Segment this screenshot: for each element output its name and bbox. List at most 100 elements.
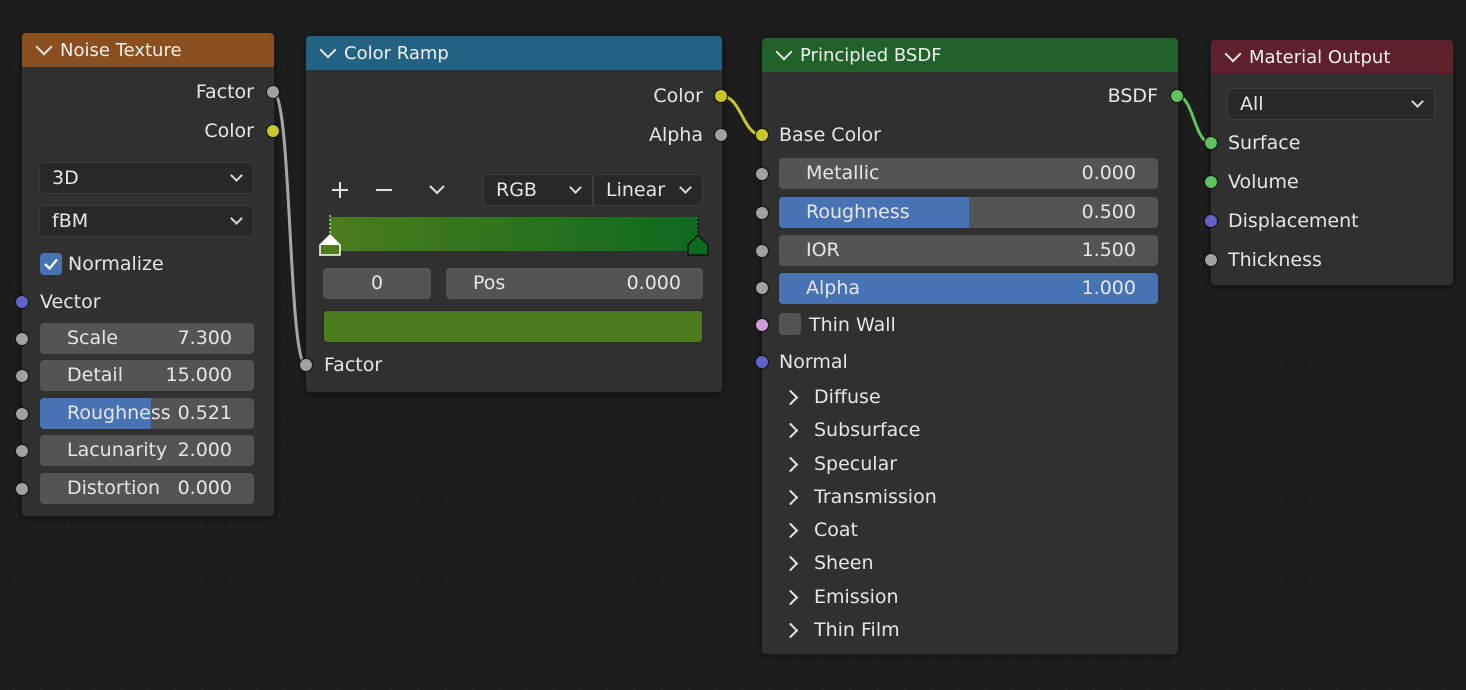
chevron-right-icon	[782, 522, 799, 539]
metallic-field[interactable]: Metallic 0.000	[779, 158, 1158, 189]
normalize-label: Normalize	[68, 253, 164, 275]
pos-field[interactable]: Pos 0.000	[446, 268, 703, 299]
plus-icon[interactable]	[330, 180, 350, 200]
output-label-color: Color	[204, 120, 254, 142]
socket-input-metallic[interactable]	[755, 167, 769, 181]
thin-wall-checkbox[interactable]	[779, 313, 801, 335]
panel-label: Diffuse	[814, 386, 881, 408]
color-ramp-gradient[interactable]	[330, 217, 698, 251]
normal-label: Normal	[779, 351, 848, 373]
socket-output-ramp-color[interactable]	[714, 89, 728, 103]
ramp-output-color-label: Color	[653, 85, 703, 107]
lacunarity-field[interactable]: Lacunarity 2.000	[40, 435, 254, 466]
base-color-label: Base Color	[779, 124, 881, 146]
alpha-field[interactable]: Alpha 1.000	[779, 273, 1158, 304]
noise-type-value: fBM	[52, 210, 89, 232]
color-ramp-header[interactable]: Color Ramp	[306, 36, 722, 70]
socket-input-surface[interactable]	[1204, 136, 1218, 150]
socket-input-alpha[interactable]	[755, 281, 769, 295]
chevron-down-icon[interactable]	[1224, 45, 1242, 63]
socket-input-displacement[interactable]	[1204, 214, 1218, 228]
socket-input-vector[interactable]	[15, 295, 29, 309]
ramp-output-alpha-label: Alpha	[648, 124, 703, 146]
socket-input-ior[interactable]	[755, 244, 769, 258]
socket-input-thickness[interactable]	[1204, 253, 1218, 267]
socket-input-scale[interactable]	[15, 332, 29, 346]
socket-input-distortion[interactable]	[15, 482, 29, 496]
field-name: Roughness	[67, 402, 171, 424]
socket-output-bsdf[interactable]	[1170, 89, 1184, 103]
field-value: 0.521	[177, 402, 232, 424]
panel-thin-film[interactable]: Thin Film	[782, 619, 1163, 641]
chevron-down-icon[interactable]	[428, 182, 446, 198]
interpolation-dropdown[interactable]: Linear	[593, 174, 703, 206]
stop-index-value: 0	[370, 272, 384, 294]
color-mode-dropdown[interactable]: RGB	[483, 174, 593, 206]
target-value: All	[1240, 93, 1264, 115]
chevron-down-icon[interactable]	[319, 41, 337, 59]
volume-label: Volume	[1228, 171, 1299, 193]
scale-field[interactable]: Scale 7.300	[40, 323, 254, 354]
field-name: IOR	[806, 239, 840, 261]
socket-output-color[interactable]	[266, 124, 280, 138]
color-stop-left[interactable]	[319, 215, 341, 256]
chevron-right-icon	[782, 589, 799, 606]
field-name: Distortion	[67, 477, 161, 499]
surface-label: Surface	[1228, 132, 1301, 154]
field-name: Alpha	[806, 277, 861, 299]
field-name: Metallic	[806, 162, 880, 184]
panel-emission[interactable]: Emission	[782, 586, 1163, 608]
stop-color-swatch[interactable]	[323, 310, 703, 343]
distortion-field[interactable]: Distortion 0.000	[40, 473, 254, 504]
socket-input-normal[interactable]	[755, 355, 769, 369]
principled-bsdf-header[interactable]: Principled BSDF	[762, 38, 1178, 72]
interpolation-value: Linear	[606, 179, 666, 201]
output-label-factor: Factor	[195, 81, 254, 103]
thin-wall-label: Thin Wall	[809, 314, 896, 336]
panel-coat[interactable]: Coat	[782, 519, 1163, 541]
field-value: 0.000	[1081, 162, 1136, 184]
color-stop-right[interactable]	[687, 215, 709, 256]
panel-sheen[interactable]: Sheen	[782, 552, 1163, 574]
panel-diffuse[interactable]: Diffuse	[782, 386, 1163, 408]
socket-input-roughness[interactable]	[15, 407, 29, 421]
chevron-down-icon[interactable]	[775, 43, 793, 61]
socket-input-lacunarity[interactable]	[15, 444, 29, 458]
field-value: 0.000	[626, 272, 681, 294]
ior-field[interactable]: IOR 1.500	[779, 235, 1158, 266]
chevron-right-icon	[782, 456, 799, 473]
panel-specular[interactable]: Specular	[782, 453, 1163, 475]
chevron-down-icon	[230, 212, 243, 225]
noise-type-dropdown[interactable]: fBM	[39, 205, 254, 237]
stop-index-field[interactable]: 0	[323, 268, 431, 299]
chevron-right-icon	[782, 622, 799, 639]
displacement-label: Displacement	[1228, 210, 1359, 232]
ramp-factor-label: Factor	[324, 354, 383, 376]
panel-subsurface[interactable]: Subsurface	[782, 419, 1163, 441]
socket-input-roughness[interactable]	[755, 206, 769, 220]
noise-roughness-field[interactable]: Roughness 0.521	[40, 398, 254, 429]
field-name: Pos	[473, 272, 506, 294]
detail-field[interactable]: Detail 15.000	[40, 360, 254, 391]
noise-texture-header[interactable]: Noise Texture	[22, 33, 274, 67]
socket-output-factor[interactable]	[266, 85, 280, 99]
material-output-header[interactable]: Material Output	[1211, 40, 1453, 74]
chevron-down-icon[interactable]	[35, 38, 53, 56]
socket-input-detail[interactable]	[15, 369, 29, 383]
field-name: Scale	[67, 327, 119, 349]
socket-input-base-color[interactable]	[755, 128, 769, 142]
field-value: 1.500	[1081, 239, 1136, 261]
socket-output-ramp-alpha[interactable]	[714, 128, 728, 142]
normalize-checkbox[interactable]	[40, 253, 62, 275]
target-dropdown[interactable]: All	[1227, 88, 1435, 120]
panel-label: Specular	[814, 453, 898, 475]
socket-input-thin-wall[interactable]	[755, 318, 769, 332]
socket-input-volume[interactable]	[1204, 175, 1218, 189]
chevron-right-icon	[782, 489, 799, 506]
socket-input-ramp-factor[interactable]	[299, 358, 313, 372]
dimension-dropdown[interactable]: 3D	[39, 162, 254, 194]
bsdf-roughness-field[interactable]: Roughness 0.500	[779, 197, 1158, 228]
minus-icon[interactable]	[374, 180, 394, 200]
panel-transmission[interactable]: Transmission	[782, 486, 1163, 508]
chevron-right-icon	[782, 422, 799, 439]
